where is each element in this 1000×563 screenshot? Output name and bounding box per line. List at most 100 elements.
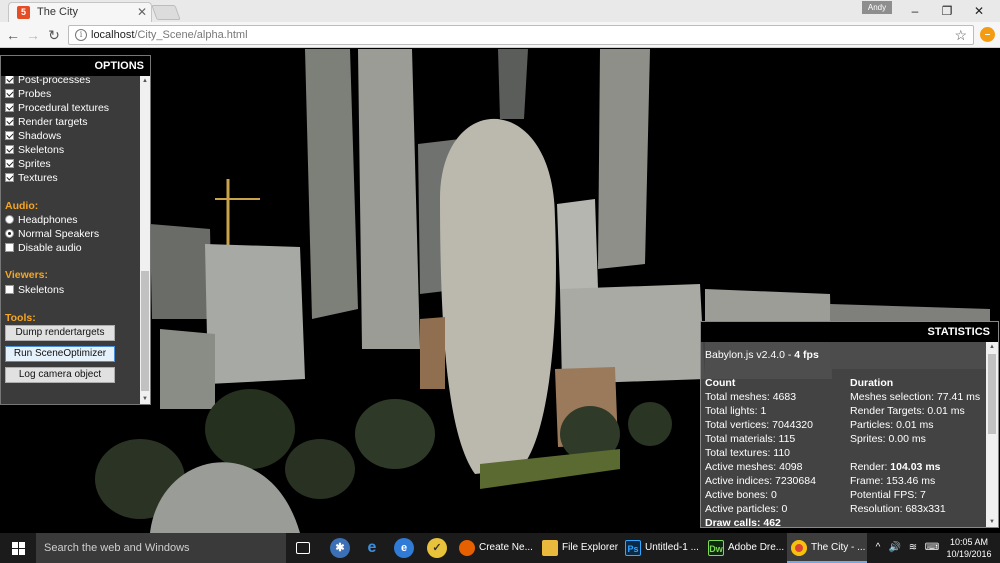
run-sceneoptimizer-button[interactable]: Run SceneOptimizer — [5, 346, 115, 362]
radio[interactable] — [5, 215, 14, 224]
chrome-icon — [791, 540, 807, 556]
bookmark-star-icon[interactable]: ☆ — [954, 27, 967, 44]
checkbox[interactable] — [5, 103, 14, 112]
extension-icon[interactable]: – — [980, 27, 995, 42]
stat-count: Active particles: 0 — [705, 503, 788, 515]
photoshop-icon: Ps — [625, 540, 641, 556]
option-post-processes[interactable]: Post-processes — [5, 76, 90, 87]
url-text: localhost/City_Scene/alpha.html — [91, 29, 248, 41]
checkbox[interactable] — [5, 131, 14, 140]
html5-icon: 5 — [17, 6, 30, 19]
info-icon[interactable]: i — [75, 29, 87, 41]
option-shadows[interactable]: Shadows — [5, 129, 61, 143]
option-label: Shadows — [18, 130, 62, 142]
checkbox[interactable] — [5, 285, 14, 294]
option-probes[interactable]: Probes — [5, 87, 51, 101]
options-scrollbar[interactable]: ▲ ▼ — [140, 76, 150, 404]
stat-frame: Frame: 153.46 ms — [850, 475, 936, 487]
forward-arrow-icon[interactable]: → — [24, 26, 42, 44]
wifi-icon[interactable]: ≋ — [905, 533, 921, 563]
checkbox[interactable] — [5, 117, 14, 126]
taskbar-app-dreamweaver[interactable]: Dw Adobe Dre... — [704, 533, 784, 563]
scroll-thumb[interactable] — [141, 271, 149, 391]
stat-render: Render: 104.03 ms — [850, 460, 941, 474]
scroll-up-arrow-icon[interactable]: ▲ — [140, 76, 150, 86]
draw-calls: Draw calls: 462 — [705, 516, 781, 527]
taskbar-app-label: Untitled-1 ... — [645, 542, 699, 553]
taskbar-search-input[interactable]: Search the web and Windows — [36, 533, 286, 563]
scroll-down-arrow-icon[interactable]: ▼ — [140, 394, 150, 404]
user-badge[interactable]: Andy — [862, 1, 892, 14]
edge-icon[interactable]: e — [362, 538, 382, 558]
taskbar-app-firefox[interactable]: Create Ne... — [455, 533, 535, 563]
gherkin-tower — [440, 118, 556, 474]
browser-toolbar: ← → ↻ i localhost/City_Scene/alpha.html … — [0, 22, 1000, 48]
checkbox[interactable] — [5, 145, 14, 154]
checkbox[interactable] — [5, 243, 14, 252]
minimize-button[interactable]: – — [900, 2, 930, 20]
statistics-scrollbar[interactable]: ▲ ▼ — [986, 342, 998, 527]
new-tab-button[interactable] — [151, 5, 181, 20]
statistics-header: STATISTICS — [701, 322, 998, 342]
dump-rendertargets-button[interactable]: Dump rendertargets — [5, 325, 115, 341]
stat-duration: Sprites: 0.00 ms — [850, 433, 926, 445]
tray-chevron-up-icon[interactable]: ^ — [872, 533, 884, 563]
option-normal-speakers[interactable]: Normal Speakers — [5, 227, 99, 241]
taskbar: Search the web and Windows ✱ e e ✓ Creat… — [0, 533, 1000, 563]
network-app-icon[interactable]: ✱ — [330, 538, 350, 558]
options-body: Post-processes Probes Procedural texture… — [1, 76, 139, 404]
scroll-up-arrow-icon[interactable]: ▲ — [986, 342, 998, 352]
ie-icon[interactable]: e — [394, 538, 414, 558]
stat-count: Active bones: 0 — [705, 489, 777, 501]
windows-start-icon[interactable] — [0, 533, 36, 563]
stat-count: Active meshes: 4098 — [705, 461, 803, 473]
option-procedural-textures[interactable]: Procedural textures — [5, 101, 109, 115]
reload-icon[interactable]: ↻ — [45, 26, 63, 44]
volume-icon[interactable]: 🔊 — [887, 533, 903, 563]
taskbar-app-label: File Explorer — [562, 542, 618, 553]
address-bar[interactable]: i localhost/City_Scene/alpha.html ☆ — [68, 25, 974, 45]
taskbar-app-chrome[interactable]: The City - ... — [787, 533, 867, 563]
stat-count: Total vertices: 7044320 — [705, 419, 813, 431]
option-label: Render targets — [18, 116, 88, 128]
tab-the-city[interactable]: 5 The City ✕ — [8, 2, 152, 22]
engine-label: Babylon.js v2.4.0 - — [705, 349, 795, 361]
option-label: Disable audio — [18, 242, 82, 254]
stat-count: Total materials: 115 — [705, 433, 796, 445]
taskbar-app-file-explorer[interactable]: File Explorer — [538, 533, 618, 563]
draw-calls-text: Draw calls: 462 — [705, 517, 781, 527]
scroll-thumb[interactable] — [988, 354, 996, 434]
option-textures[interactable]: Textures — [5, 171, 58, 185]
url-host: localhost — [91, 29, 135, 41]
checkbox[interactable] — [5, 159, 14, 168]
option-disable-audio[interactable]: Disable audio — [5, 241, 82, 255]
clock-date: 10/19/2016 — [946, 549, 992, 559]
render-label: Render: — [850, 461, 891, 473]
duration-header-text: Duration — [850, 377, 894, 389]
option-label: Procedural textures — [18, 102, 110, 114]
count-header: Count — [705, 376, 735, 390]
close-tab-icon[interactable]: ✕ — [137, 5, 147, 19]
option-viewer-skeletons[interactable]: Skeletons — [5, 283, 64, 297]
restore-button[interactable]: ❐ — [932, 2, 962, 20]
checkbox[interactable] — [5, 89, 14, 98]
back-arrow-icon[interactable]: ← — [4, 26, 22, 44]
keyboard-icon[interactable]: ⌨ — [922, 533, 942, 563]
checkbox[interactable] — [5, 76, 14, 84]
taskbar-app-photoshop[interactable]: Ps Untitled-1 ... — [621, 533, 701, 563]
option-headphones[interactable]: Headphones — [5, 213, 78, 227]
close-window-button[interactable]: ✕ — [964, 2, 994, 20]
option-sprites[interactable]: Sprites — [5, 157, 51, 171]
task-view-icon[interactable] — [296, 542, 310, 554]
scroll-down-arrow-icon[interactable]: ▼ — [986, 517, 998, 527]
norton-icon[interactable]: ✓ — [427, 538, 447, 558]
checkbox[interactable] — [5, 173, 14, 182]
option-skeletons[interactable]: Skeletons — [5, 143, 64, 157]
option-render-targets[interactable]: Render targets — [5, 115, 87, 129]
option-label: Normal Speakers — [18, 228, 100, 240]
log-camera-object-button[interactable]: Log camera object — [5, 367, 115, 383]
viewers-header: Viewers: — [5, 269, 48, 281]
clock[interactable]: 10:05 AM 10/19/2016 — [944, 536, 994, 560]
radio[interactable] — [5, 229, 14, 238]
taskbar-app-label: Adobe Dre... — [728, 542, 784, 553]
